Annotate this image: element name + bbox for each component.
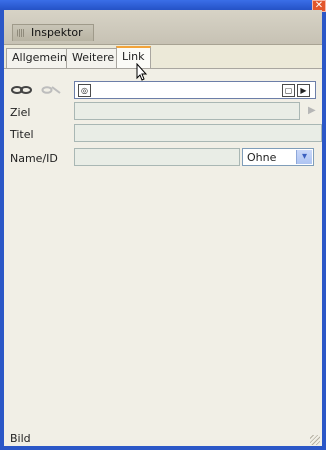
link-icon[interactable] [10,83,34,97]
browse-folder-icon[interactable]: ▢ [282,84,295,97]
name-id-field[interactable] [74,148,240,166]
titel-field[interactable] [74,124,322,142]
name-id-row: Name/ID Ohne ▾ [4,148,322,168]
tab-bar: Allgemein Weitere Link [4,45,322,70]
tab-weitere[interactable]: Weitere [66,48,121,68]
unlink-icon[interactable] [40,83,64,97]
resize-grip-icon[interactable] [310,435,320,445]
titel-label: Titel [10,128,34,141]
status-text: Bild [10,432,31,445]
url-field[interactable]: ◎ ▢ ▶ [74,81,316,99]
panel-title: Inspektor [31,26,83,39]
name-id-select[interactable]: Ohne ▾ [242,148,314,166]
name-id-label: Name/ID [10,152,58,165]
titel-row: Titel [4,124,322,144]
chevron-down-icon[interactable]: ▾ [296,150,312,164]
mouse-cursor-icon [136,63,148,81]
name-id-select-value: Ohne [247,151,277,164]
tab-allgemein[interactable]: Allgemein [6,48,73,68]
panel-header: Inspektor [4,10,322,45]
status-bar: Bild [4,430,322,446]
ziel-row: Ziel ▶ [4,102,322,122]
url-row: ◎ ▢ ▶ [4,81,322,101]
window-titlebar [0,0,326,10]
play-arrow-icon[interactable]: ▶ [297,84,310,97]
ziel-arrow-icon: ▶ [308,105,316,116]
inspector-content: ◎ ▢ ▶ Ziel ▶ Titel Name/ID Ohne ▾ [4,69,322,446]
panel-title-tab[interactable]: Inspektor [12,24,94,41]
target-icon[interactable]: ◎ [78,84,91,97]
grip-icon[interactable] [17,29,25,37]
ziel-label: Ziel [10,106,31,119]
ziel-field[interactable] [74,102,300,120]
